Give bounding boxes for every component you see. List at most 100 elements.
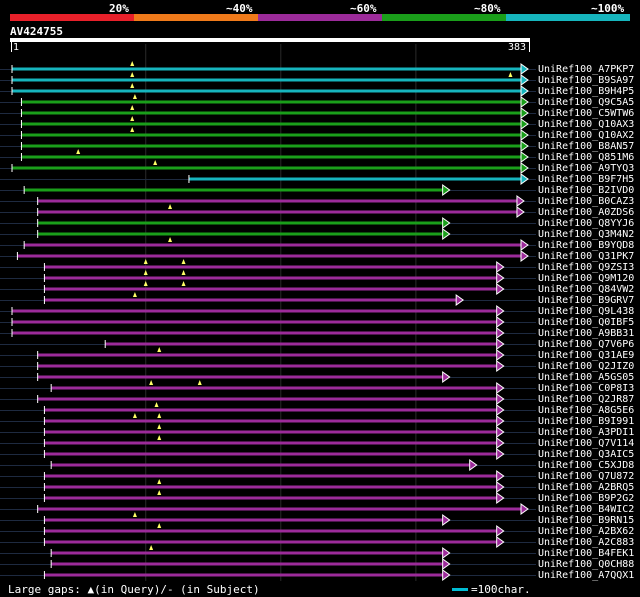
hit-end-arrow [520,107,529,119]
hit-end-arrow [496,536,505,548]
hit-end-arrow [496,404,505,416]
hit-label[interactable]: UniRef100_A2C883 [538,537,634,548]
hit-end-arrow [469,459,478,471]
hit-label[interactable]: UniRef100_Q7V6P6 [538,339,634,350]
hit-end-arrow [520,140,529,152]
scale-bar [452,588,468,591]
hit-end-arrow [516,206,525,218]
hit-end-arrow [496,283,505,295]
query-gap-marker [130,72,135,77]
query-gap-marker [508,72,513,77]
hit-label[interactable]: UniRef100_A9TYQ3 [538,163,634,174]
query-gap-marker [76,149,81,154]
hit-label[interactable]: UniRef100_Q9L438 [538,306,634,317]
hit-end-arrow [455,294,465,306]
hit-label[interactable]: UniRef100_B4FEK1 [538,548,634,559]
hit-label[interactable]: UniRef100_Q9M120 [538,273,634,284]
hit-label[interactable]: UniRef100_Q3M4N2 [538,229,634,240]
query-gap-marker [132,94,137,99]
hit-label[interactable]: UniRef100_A7PKP7 [538,64,634,75]
hit-label[interactable]: UniRef100_Q2JR87 [538,394,634,405]
query-gap-marker [197,380,202,385]
hit-label[interactable]: UniRef100_Q0IBF5 [538,317,634,328]
hit-label[interactable]: UniRef100_C5XJD8 [538,460,634,471]
hit-end-arrow [442,371,451,383]
hit-end-arrow [496,261,505,273]
hit-label[interactable]: UniRef100_Q3AIC5 [538,449,634,460]
hit-label[interactable]: UniRef100_B9F7H5 [538,174,634,185]
hit-label[interactable]: UniRef100_Q10AX3 [538,119,634,130]
query-gap-marker [130,105,135,110]
query-gap-marker [168,237,173,242]
hit-label[interactable]: UniRef100_Q9ZSI3 [538,262,634,273]
hit-label[interactable]: UniRef100_A0ZDS6 [538,207,634,218]
hit-end-arrow [442,547,451,559]
hit-label[interactable]: UniRef100_B9P2G2 [538,493,634,504]
query-gap-marker [130,127,135,132]
hit-label[interactable]: UniRef100_C5WTW6 [538,108,634,119]
hit-end-arrow [520,85,529,97]
hit-label[interactable]: UniRef100_Q9C5A5 [538,97,634,108]
hit-end-arrow [496,525,505,537]
hit-label[interactable]: UniRef100_Q7V114 [538,438,634,449]
query-gap-marker [149,545,154,550]
hit-label[interactable]: UniRef100_Q10AX2 [538,130,634,141]
hit-end-arrow [520,503,529,515]
query-gap-marker [157,490,162,495]
hit-label[interactable]: UniRef100_B9RN15 [538,515,634,526]
hit-label[interactable]: UniRef100_B2IVD0 [538,185,634,196]
hit-label[interactable]: UniRef100_B9SA97 [538,75,634,86]
hit-label[interactable]: UniRef100_Q851M6 [538,152,634,163]
hit-end-arrow [496,327,505,339]
hit-label[interactable]: UniRef100_Q0CH88 [538,559,634,570]
hit-end-arrow [520,74,529,86]
hit-end-arrow [442,228,451,240]
query-gap-marker [181,270,186,275]
hit-label[interactable]: UniRef100_Q2JIZ0 [538,361,634,372]
hit-label[interactable]: UniRef100_A7QQX1 [538,570,634,581]
hit-label[interactable]: UniRef100_Q84VW2 [538,284,634,295]
hit-end-arrow [520,162,529,174]
hit-end-arrow [442,217,451,229]
query-gap-marker [157,523,162,528]
hit-label[interactable]: UniRef100_B9GRV7 [538,295,634,306]
hit-label[interactable]: UniRef100_A2BX62 [538,526,634,537]
hit-label[interactable]: UniRef100_A8G5E6 [538,405,634,416]
hit-label[interactable]: UniRef100_C0P8I3 [538,383,634,394]
hit-end-arrow [496,305,505,317]
hit-end-arrow [496,272,505,284]
hit-label[interactable]: UniRef100_B8AN57 [538,141,634,152]
query-gap-marker [154,402,159,407]
hit-label[interactable]: UniRef100_A5GS05 [538,372,634,383]
hit-label[interactable]: UniRef100_B9YQD8 [538,240,634,251]
hit-end-arrow [520,250,529,262]
hit-label[interactable]: UniRef100_A2BRQ5 [538,482,634,493]
hit-label[interactable]: UniRef100_B0CAZ3 [538,196,634,207]
hit-end-arrow [496,492,505,504]
hit-label[interactable]: UniRef100_Q7U872 [538,471,634,482]
hit-label[interactable]: UniRef100_Q31PK7 [538,251,634,262]
query-gap-marker [153,160,158,165]
query-gap-marker [143,281,148,286]
hit-end-arrow [496,316,505,328]
hit-label[interactable]: UniRef100_B9H4P5 [538,86,634,97]
hit-end-arrow [496,437,505,449]
hit-label[interactable]: UniRef100_A3PDI1 [538,427,634,438]
hit-label[interactable]: UniRef100_B4WIC2 [538,504,634,515]
query-gap-marker [168,204,173,209]
hit-end-arrow [520,96,529,108]
hit-end-arrow [496,349,505,361]
hit-label[interactable]: UniRef100_A9BB31 [538,328,634,339]
hit-end-arrow [496,481,505,493]
hit-label[interactable]: UniRef100_B9I991 [538,416,634,427]
query-gap-marker [157,479,162,484]
hit-label[interactable]: UniRef100_Q8YYJ6 [538,218,634,229]
query-gap-marker [157,413,162,418]
hit-end-arrow [520,239,529,251]
hit-label[interactable]: UniRef100_Q31AE9 [538,350,634,361]
query-gap-marker [157,347,162,352]
hit-end-arrow [520,118,529,130]
query-gap-marker [130,61,135,66]
hit-end-arrow [496,426,505,438]
hit-end-arrow [520,173,529,185]
